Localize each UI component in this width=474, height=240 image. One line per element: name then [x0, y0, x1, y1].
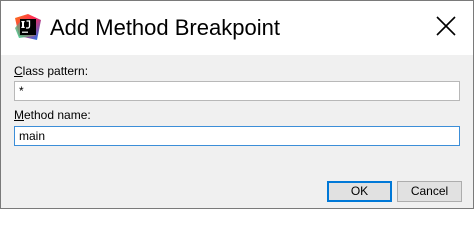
dialog-title: Add Method Breakpoint — [50, 15, 280, 40]
intellij-app-icon — [15, 14, 41, 40]
title-bar[interactable]: Add Method Breakpoint — [1, 1, 473, 55]
method-name-label-mnemonic: M — [14, 108, 24, 122]
class-pattern-input[interactable] — [14, 81, 460, 101]
class-pattern-label-mnemonic: C — [14, 64, 23, 78]
cancel-button[interactable]: Cancel — [397, 181, 462, 202]
add-method-breakpoint-dialog: Add Method Breakpoint Class pattern: Met… — [0, 0, 474, 209]
class-pattern-label: Class pattern: — [14, 64, 88, 78]
close-button[interactable] — [419, 1, 473, 55]
dialog-content: Class pattern: Method name: OK Cancel — [1, 55, 473, 208]
method-name-label: Method name: — [14, 108, 91, 122]
ok-button[interactable]: OK — [327, 181, 392, 202]
close-icon — [436, 15, 456, 41]
method-name-input[interactable] — [14, 126, 460, 146]
class-pattern-label-text: lass pattern: — [22, 64, 89, 78]
method-name-label-text: ethod name: — [24, 108, 91, 122]
